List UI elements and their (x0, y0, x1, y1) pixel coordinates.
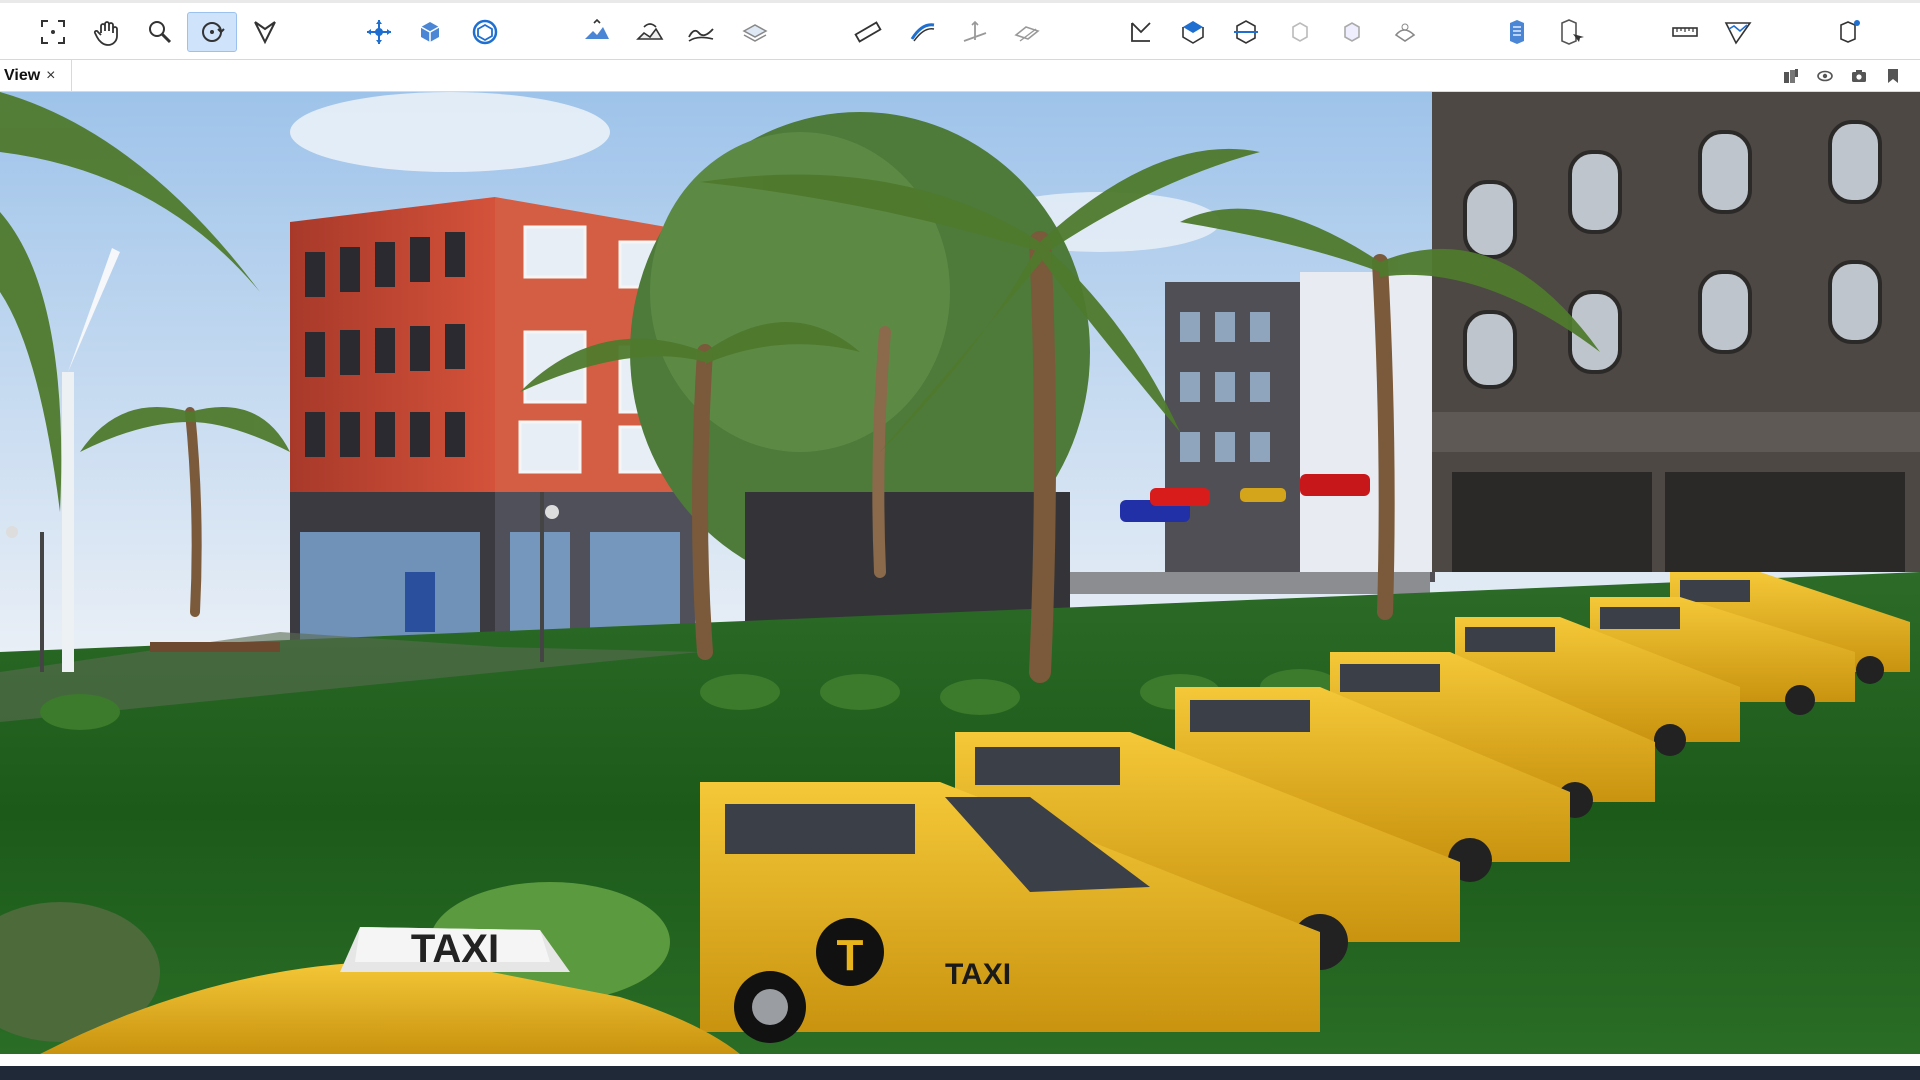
network-3d-icon (1840, 20, 1860, 43)
layers-icon[interactable] (1780, 66, 1802, 86)
profile-icon (1724, 22, 1752, 45)
clip-volume-icon (1234, 20, 1258, 44)
terrain-cut-icon (585, 18, 609, 39)
cloud (290, 92, 610, 172)
building-model-button[interactable] (1492, 12, 1542, 52)
picnic-table (150, 642, 280, 652)
tab-view[interactable]: View × (0, 60, 72, 91)
terrain-raise-icon (636, 23, 664, 40)
measure-height-icon (963, 20, 987, 42)
ruler-button[interactable] (1660, 12, 1710, 52)
clip-box-icon (1182, 21, 1204, 44)
explode-object-button[interactable] (1380, 12, 1430, 52)
orbit-icon (202, 22, 225, 42)
city-scene[interactable]: T TAXI TAXI (0, 92, 1920, 1054)
clip-box-button[interactable] (1168, 12, 1218, 52)
brick-building (290, 197, 695, 662)
pan-hand-button[interactable] (82, 12, 132, 52)
terrain-cut-button[interactable] (572, 12, 622, 52)
screenshot-icon[interactable] (1848, 66, 1870, 86)
tab-bar: View × (0, 60, 1920, 92)
measure-area-icon (1014, 26, 1040, 42)
zoom-button[interactable] (135, 12, 185, 52)
taxi-sign-text: TAXI (411, 927, 499, 971)
main-toolbar (0, 0, 1920, 60)
terrain-flatten-icon (742, 24, 768, 42)
measure-area-button[interactable] (1002, 12, 1052, 52)
bookmark-icon[interactable] (1882, 66, 1904, 86)
network-3d-button[interactable] (1823, 12, 1873, 52)
measure-distance-button[interactable] (843, 12, 893, 52)
stone-building (1432, 92, 1920, 572)
sphere-view-button[interactable] (460, 12, 510, 52)
pan-hand-icon (93, 21, 118, 46)
zoom-extents-icon (41, 20, 65, 44)
tab-view-label: View (4, 66, 41, 84)
zoom-icon (149, 21, 172, 44)
isolate-object-button[interactable] (1327, 12, 1377, 52)
box-view-icon (420, 22, 440, 42)
section-plane-button[interactable] (1116, 12, 1166, 52)
ruler-icon (1672, 27, 1698, 37)
building-select-button[interactable] (1545, 12, 1595, 52)
distant-building (1165, 272, 1440, 582)
clip-volume-button[interactable] (1221, 12, 1271, 52)
section-plane-icon (1131, 22, 1151, 42)
move-gizmo-button[interactable] (354, 12, 404, 52)
terrain-raise-button[interactable] (625, 12, 675, 52)
zoom-extents-button[interactable] (28, 12, 78, 52)
terrain-smooth-button[interactable] (676, 12, 726, 52)
walk-button[interactable] (240, 12, 290, 52)
measure-path-button[interactable] (898, 12, 948, 52)
hide-object-button[interactable] (1275, 12, 1325, 52)
sphere-view-icon (472, 19, 498, 45)
orbit-button[interactable] (187, 12, 237, 52)
taxi-logo-letter: T (837, 931, 864, 980)
measure-distance-icon (854, 21, 882, 43)
measure-height-button[interactable] (950, 12, 1000, 52)
building-select-icon (1561, 19, 1584, 45)
close-icon[interactable]: × (46, 67, 55, 84)
terrain-flatten-button[interactable] (730, 12, 780, 52)
building-model-icon (1510, 20, 1524, 44)
box-view-button[interactable] (405, 12, 455, 52)
profile-button[interactable] (1713, 12, 1763, 52)
walk-icon (254, 21, 276, 45)
isolate-object-icon (1344, 22, 1360, 42)
explode-object-icon (1394, 23, 1416, 42)
3d-viewport[interactable]: T TAXI TAXI (0, 92, 1920, 1054)
terrain-smooth-icon (688, 28, 714, 42)
hide-object-icon (1292, 22, 1308, 42)
phone-booth (405, 572, 435, 632)
measure-path-icon (910, 23, 935, 42)
visibility-icon[interactable] (1814, 66, 1836, 86)
window-bottom-edge (0, 1066, 1920, 1080)
taxi-van-label: TAXI (945, 958, 1011, 991)
move-gizmo-icon (367, 20, 391, 44)
distant-road (1070, 572, 1430, 594)
